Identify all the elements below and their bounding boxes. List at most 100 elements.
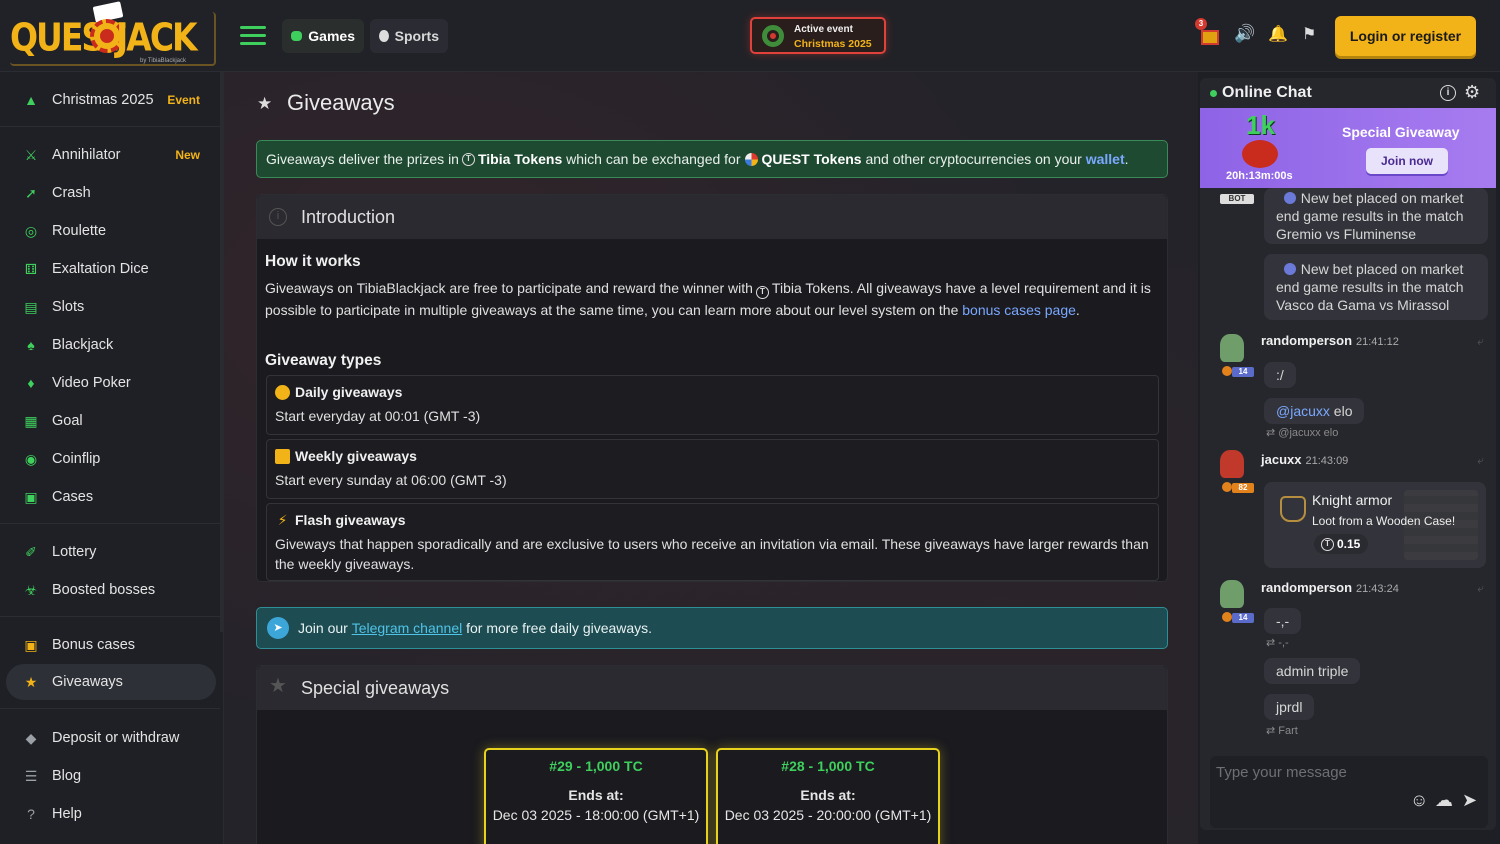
- chat-timestamp: 21:43:24: [1356, 583, 1399, 595]
- how-it-works-text-3: .: [1075, 302, 1080, 318]
- calendar-icon: [275, 448, 290, 464]
- tibia-coin-icon: T: [755, 286, 769, 299]
- sidebar-item-boosted-bosses[interactable]: ☣ Boosted bosses: [6, 572, 216, 608]
- giveaways-info-alert: Giveaways deliver the prizes in T Tibia …: [256, 140, 1168, 178]
- chat-sidebar: Online Chat i ⚙ 1k 20h:13m:00s Special G…: [1198, 72, 1500, 844]
- telegram-text: Join our: [298, 620, 348, 636]
- giveaway-ends-label: Ends at:: [568, 787, 624, 803]
- sidebar-item-deposit-withdraw[interactable]: ◆ Deposit or withdraw: [6, 720, 216, 756]
- mention-link[interactable]: @jacuxx: [1276, 403, 1330, 419]
- sidebar: ▲ Christmas 2025 Event ⚔ Annihilator New…: [0, 72, 224, 844]
- translated-text: -,-: [1278, 637, 1289, 649]
- sidebar-item-coinflip[interactable]: ◉ Coinflip: [6, 441, 216, 477]
- chat-settings-gear-icon[interactable]: ⚙: [1464, 82, 1480, 103]
- giveaway-type-title: Flash giveaways: [295, 512, 406, 528]
- sidebar-item-label: Exaltation Dice: [52, 261, 149, 277]
- chat-message-input[interactable]: Type your message ☺ ☁ ➤: [1210, 756, 1488, 828]
- info-icon: i: [269, 208, 287, 226]
- giveaway-card[interactable]: #29 - 1,000 TC Ends at: Dec 03 2025 - 18…: [484, 748, 708, 844]
- rain-icon[interactable]: ☁: [1435, 790, 1453, 811]
- telegram-text: for more free daily giveaways.: [466, 620, 653, 636]
- page-title-text: Giveaways: [287, 90, 395, 115]
- site-logo[interactable]: QUEST JACK by TibiaBlackjack: [10, 1, 216, 66]
- gift-button[interactable]: 3: [1195, 18, 1221, 46]
- reply-icon[interactable]: ⤶: [1477, 334, 1484, 349]
- avatar[interactable]: 14: [1214, 580, 1254, 623]
- giveaway-type-title: Weekly giveaways: [295, 448, 417, 464]
- sidebar-item-roulette[interactable]: ◎ Roulette: [6, 213, 216, 249]
- active-event-button[interactable]: Active event Christmas 2025: [750, 17, 886, 54]
- sidebar-item-blog[interactable]: ☰ Blog: [6, 758, 216, 794]
- sidebar-item-exaltation-dice[interactable]: ⚅ Exaltation Dice: [6, 251, 216, 287]
- wallet-link[interactable]: wallet: [1086, 151, 1125, 167]
- reply-icon[interactable]: ⤶: [1477, 581, 1484, 596]
- flag-icon[interactable]: ⚑: [1302, 24, 1324, 46]
- chat-username[interactable]: randomperson 21:43:24: [1261, 580, 1399, 595]
- sidebar-item-goal[interactable]: ▦ Goal: [6, 403, 216, 439]
- logo-subtext: by TibiaBlackjack: [140, 58, 187, 64]
- sidebar-item-cases[interactable]: ▣ Cases: [6, 479, 216, 515]
- sidebar-item-lottery[interactable]: ✐ Lottery: [6, 534, 216, 570]
- giveaway-type-flash: ⚡ Flash giveaways Giveways that happen sp…: [266, 503, 1159, 581]
- join-now-button[interactable]: Join now: [1366, 148, 1448, 174]
- volume-icon[interactable]: 🔊: [1234, 24, 1256, 46]
- menu-toggle-icon[interactable]: [240, 26, 266, 46]
- sidebar-item-label: Roulette: [52, 223, 107, 239]
- bot-message-text: New bet placed on market end game result…: [1276, 190, 1464, 242]
- reply-icon[interactable]: ⤶: [1477, 453, 1484, 468]
- chat-username[interactable]: jacuxx 21:43:09: [1261, 452, 1348, 467]
- introduction-header[interactable]: i Introduction: [257, 195, 1167, 239]
- introduction-card: i Introduction How it works Giveaways on…: [256, 194, 1168, 582]
- emoji-icon[interactable]: ☺: [1410, 790, 1428, 811]
- sidebar-item-label: Lottery: [52, 544, 97, 560]
- chat-title-text: Online Chat: [1222, 84, 1312, 101]
- giveaways-icon: ★: [257, 94, 273, 113]
- wallet-icon: ◆: [25, 730, 37, 746]
- giveaway-card[interactable]: #28 - 1,000 TC Ends at: Dec 03 2025 - 20…: [716, 748, 940, 844]
- nav-sports-button[interactable]: Sports: [370, 19, 448, 53]
- sidebar-item-slots[interactable]: ▤ Slots: [6, 289, 216, 325]
- translation-text: ⇄ Fart: [1266, 725, 1298, 737]
- sidebar-item-christmas[interactable]: ▲ Christmas 2025 Event: [6, 82, 216, 118]
- quest-tokens-label: QUEST Tokens: [761, 151, 862, 167]
- info-text: .: [1124, 151, 1129, 167]
- chat-username[interactable]: randomperson 21:41:12: [1261, 333, 1399, 348]
- sidebar-item-bonus-cases[interactable]: ▣ Bonus cases: [6, 627, 216, 663]
- sidebar-item-label: Video Poker: [52, 375, 131, 391]
- login-register-button[interactable]: Login or register: [1335, 16, 1476, 56]
- giveaway-type-weekly: Weekly giveaways Start every sunday at 0…: [266, 439, 1159, 499]
- nav-games-button[interactable]: Games: [282, 19, 364, 53]
- translation-text: ⇄ -,-: [1266, 637, 1289, 649]
- sidebar-item-annihilator[interactable]: ⚔ Annihilator New: [6, 137, 216, 173]
- bell-icon[interactable]: 🔔: [1268, 24, 1290, 46]
- giveaway-number: #28 - 1,000 TC: [781, 758, 875, 774]
- wreath-icon: [762, 25, 784, 47]
- sidebar-divider: [0, 708, 220, 709]
- sidebar-item-video-poker[interactable]: ♦ Video Poker: [6, 365, 216, 401]
- giveaway-number: #29 - 1,000 TC: [549, 758, 643, 774]
- avatar[interactable]: 14: [1214, 334, 1254, 377]
- promo-title: Special Giveaway: [1342, 124, 1460, 140]
- sidebar-divider: [0, 523, 220, 524]
- avatar[interactable]: 82: [1214, 450, 1254, 493]
- giveaway-type-desc: Start everyday at 00:01 (GMT -3): [275, 408, 481, 424]
- send-icon[interactable]: ➤: [1462, 790, 1477, 811]
- giveaway-ends-label: Ends at:: [800, 787, 856, 803]
- telegram-channel-link[interactable]: Telegram channel: [352, 620, 463, 636]
- special-giveaways-title: Special giveaways: [301, 677, 450, 698]
- sidebar-item-help[interactable]: ? Help: [6, 796, 216, 832]
- sidebar-item-blackjack[interactable]: ♠ Blackjack: [6, 327, 216, 363]
- telegram-alert: ➤ Join our Telegram channel for more fre…: [256, 607, 1168, 649]
- sidebar-item-giveaways[interactable]: ★ Giveaways: [6, 664, 216, 700]
- chat-message: jprdl: [1264, 694, 1315, 720]
- bonus-cases-link[interactable]: bonus cases page: [962, 302, 1076, 318]
- sidebar-scrollbar[interactable]: [220, 72, 223, 632]
- sidebar-item-crash[interactable]: ➚ Crash: [6, 175, 216, 211]
- santa-icon: [1242, 140, 1278, 168]
- new-tag: New: [175, 148, 200, 162]
- chat-info-icon[interactable]: i: [1440, 85, 1456, 101]
- star-icon: ★: [269, 675, 287, 697]
- level-badge: 82: [1232, 483, 1254, 493]
- translated-text: @jacuxx elo: [1278, 427, 1339, 439]
- giveaway-end-date: Dec 03 2025 - 20:00:00 (GMT+1): [724, 807, 932, 823]
